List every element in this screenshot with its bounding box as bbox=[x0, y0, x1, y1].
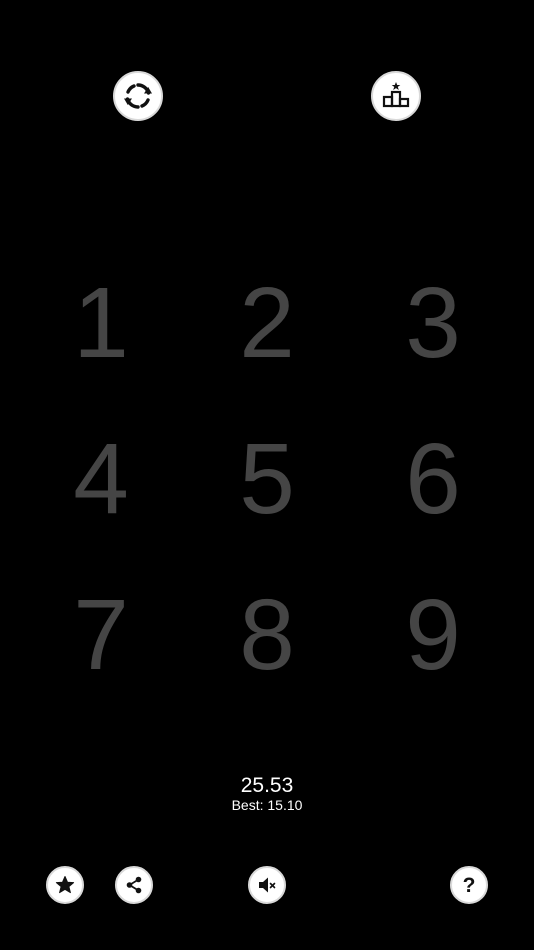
restart-button[interactable] bbox=[113, 71, 163, 121]
number-cell-1[interactable]: 1 bbox=[18, 245, 184, 401]
sound-toggle-button[interactable] bbox=[248, 866, 286, 904]
number-cell-5[interactable]: 5 bbox=[184, 401, 350, 557]
number-grid: 1 2 3 4 5 6 7 8 9 bbox=[18, 245, 516, 715]
number-cell-9[interactable]: 9 bbox=[350, 557, 516, 713]
number-cell-8[interactable]: 8 bbox=[184, 557, 350, 713]
number-cell-7[interactable]: 7 bbox=[18, 557, 184, 713]
current-time: 25.53 bbox=[240, 774, 294, 797]
help-button[interactable]: ? bbox=[450, 866, 488, 904]
leaderboard-button[interactable] bbox=[371, 71, 421, 121]
speaker-muted-icon bbox=[259, 877, 276, 893]
share-button[interactable] bbox=[115, 866, 153, 904]
number-cell-3[interactable]: 3 bbox=[350, 245, 516, 401]
podium-icon bbox=[382, 82, 410, 108]
number-cell-2[interactable]: 2 bbox=[184, 245, 350, 401]
number-cell-4[interactable]: 4 bbox=[18, 401, 184, 557]
number-cell-6[interactable]: 6 bbox=[350, 401, 516, 557]
share-icon bbox=[126, 876, 142, 894]
star-icon bbox=[55, 876, 75, 894]
question-icon: ? bbox=[462, 873, 476, 897]
best-time: Best: 15.10 bbox=[231, 797, 303, 813]
rate-button[interactable] bbox=[46, 866, 84, 904]
refresh-icon bbox=[124, 83, 152, 109]
